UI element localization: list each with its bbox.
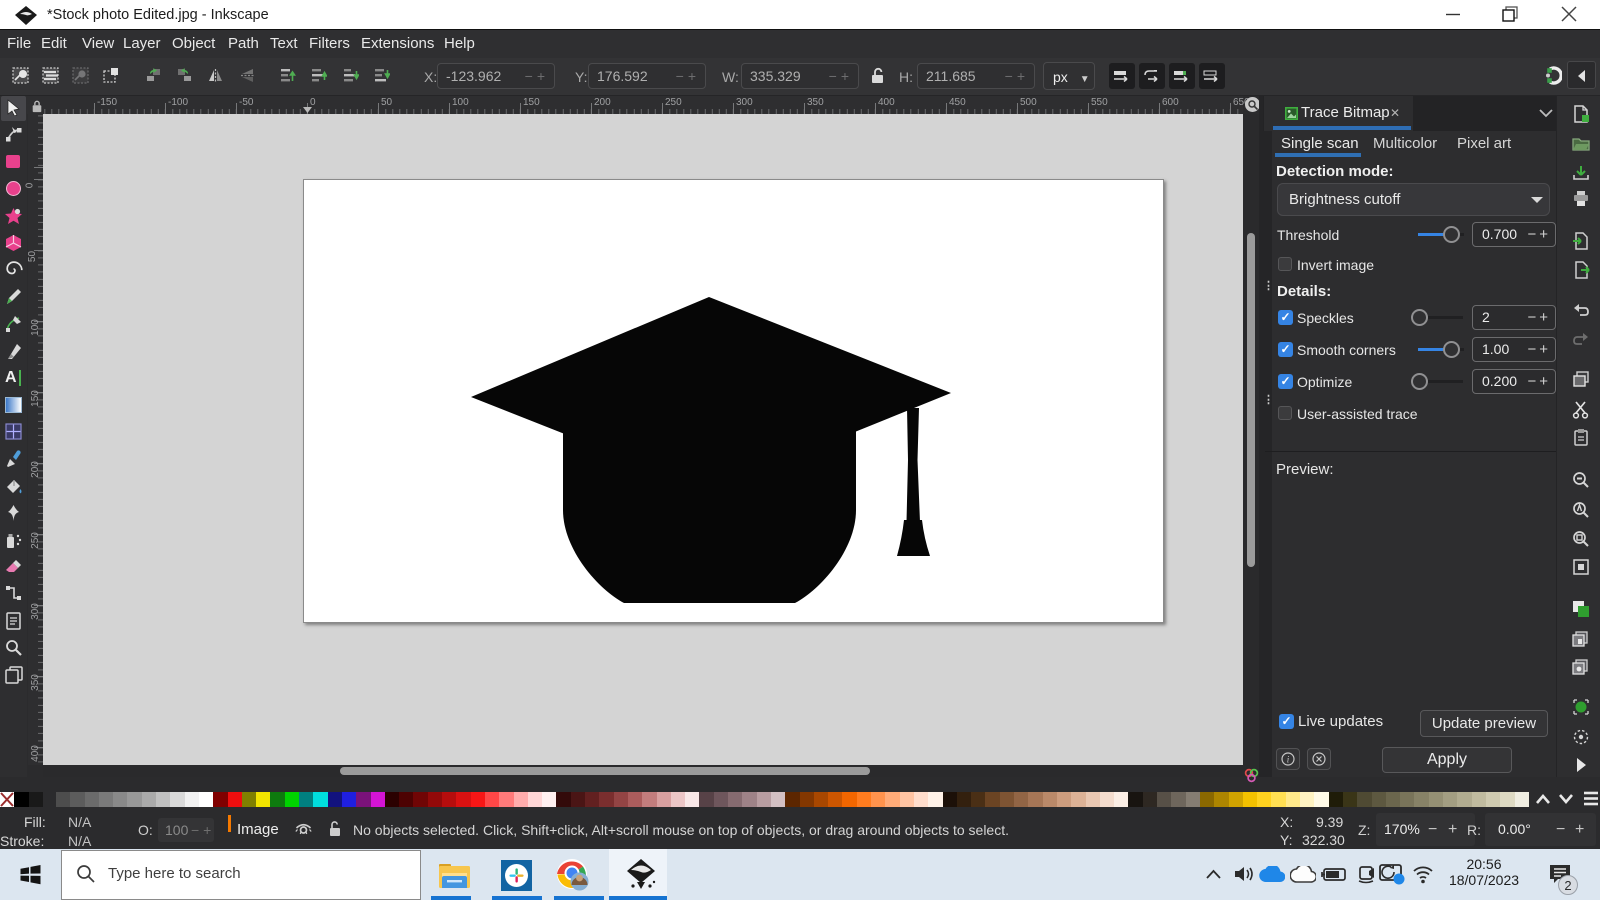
svg-text:i: i (1287, 755, 1290, 765)
